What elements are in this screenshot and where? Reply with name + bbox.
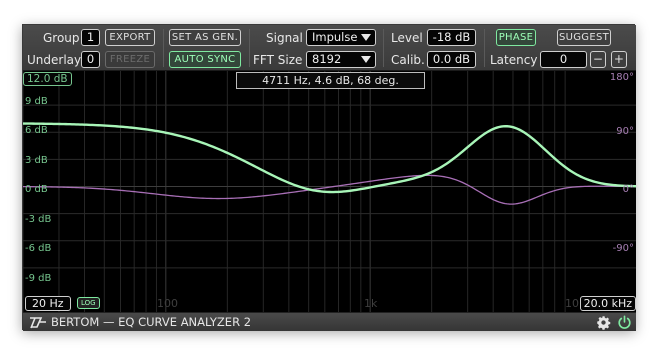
phase-curve [23, 174, 636, 205]
db-label: 9 dB [25, 96, 48, 107]
latency-increment-button[interactable]: + [611, 51, 627, 68]
footer-bar: BERTOM — EQ CURVE ANALYZER 2 [23, 312, 636, 331]
toolbar-divider [163, 29, 164, 67]
freeze-button[interactable]: FREEZE [105, 51, 155, 68]
curve-plot [23, 71, 636, 312]
calib-label: Calib. [391, 53, 425, 67]
magnitude-curve [23, 122, 636, 194]
latency-decrement-button[interactable]: − [590, 51, 606, 68]
underlay-label: Underlay [27, 53, 82, 67]
db-label: 6 dB [25, 125, 48, 136]
cursor-readout: 4711 Hz, 4.6 dB, 68 deg. [236, 72, 425, 89]
power-icon[interactable] [617, 315, 632, 330]
log-scale-button[interactable]: LOG [77, 297, 100, 309]
level-field[interactable]: -18 dB [427, 29, 476, 46]
db-label: -6 dB [25, 243, 52, 254]
db-label: 0 dB [25, 184, 48, 195]
calib-field[interactable]: 0.0 dB [427, 51, 476, 68]
group-field[interactable]: 1 [81, 29, 100, 46]
latency-field[interactable]: 0 [540, 51, 587, 68]
db-range-max[interactable]: 12.0 dB [23, 72, 72, 86]
signal-select[interactable]: Impulse [306, 29, 376, 46]
plugin-window: Group 1 EXPORT Underlay 0 FREEZE SET AS … [22, 24, 636, 331]
toolbar-divider [484, 29, 485, 67]
frequency-tick-label: 1k [364, 297, 378, 310]
frequency-tick-label: 100 [157, 297, 178, 310]
toolbar-divider [249, 29, 250, 67]
db-gridlines [23, 104, 636, 269]
phase-label: 90° [616, 126, 634, 137]
phase-button[interactable]: PHASE [496, 29, 536, 46]
chevron-down-icon [361, 34, 371, 41]
fft-size-label: FFT Size [253, 53, 303, 67]
gear-icon[interactable] [596, 315, 611, 330]
db-label: -3 dB [25, 214, 52, 225]
product-title: BERTOM — EQ CURVE ANALYZER 2 [51, 315, 252, 329]
underlay-field[interactable]: 0 [81, 51, 100, 68]
phase-label: -90° [612, 243, 634, 254]
set-as-gen-button[interactable]: SET AS GEN. [169, 29, 241, 46]
signal-value: Impulse [312, 30, 358, 44]
phase-label: 0° [622, 184, 634, 195]
export-button[interactable]: EXPORT [105, 29, 155, 46]
group-label: Group [43, 31, 80, 45]
chevron-down-icon [361, 56, 371, 63]
db-label: -9 dB [25, 273, 52, 284]
level-label: Level [391, 31, 423, 45]
frequency-range-max[interactable]: 20.0 kHz [579, 296, 636, 311]
phase-label: 180° [609, 72, 634, 83]
fft-size-value: 8192 [312, 52, 342, 66]
db-label: 3 dB [25, 155, 48, 166]
toolbar: Group 1 EXPORT Underlay 0 FREEZE SET AS … [23, 25, 636, 71]
signal-label: Signal [266, 31, 303, 45]
fft-size-select[interactable]: 8192 [306, 51, 376, 68]
bertom-logo-icon [30, 317, 46, 329]
toolbar-divider [383, 29, 384, 67]
response-graph[interactable]: 12.0 dB 9 dB 6 dB 3 dB 0 dB -3 dB -6 dB … [23, 71, 636, 312]
auto-sync-button[interactable]: AUTO SYNC [169, 51, 241, 68]
suggest-button[interactable]: SUGGEST [557, 29, 611, 46]
frequency-range-min[interactable]: 20 Hz [25, 296, 71, 311]
latency-label: Latency [490, 53, 538, 67]
